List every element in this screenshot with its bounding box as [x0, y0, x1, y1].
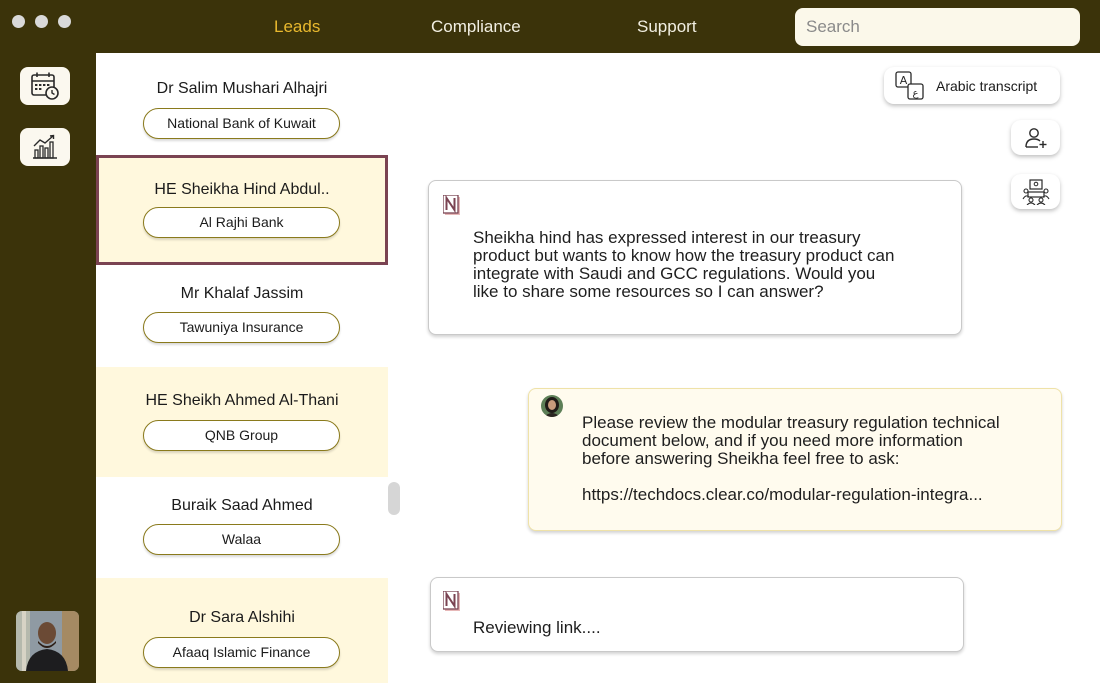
translate-icon: A ع: [895, 70, 924, 100]
profile-avatar[interactable]: [16, 611, 79, 671]
nav-leads[interactable]: Leads: [274, 17, 320, 37]
window-maximize-control[interactable]: [58, 15, 71, 28]
bar-chart-icon: [33, 134, 57, 159]
arabic-transcript-label: Arabic transcript: [936, 77, 1038, 94]
lead-name: Buraik Saad Ahmed: [171, 497, 313, 514]
profile-photo-icon: [16, 611, 79, 671]
lead-company-pill: QNB Group: [143, 420, 340, 451]
lead-card-selected[interactable]: HE Sheikha Hind Abdul.. Al Rajhi Bank: [96, 155, 388, 265]
message-text: Please review the modular treasury regul…: [582, 414, 1000, 468]
window-close-control[interactable]: [12, 15, 25, 28]
leads-scrollbar[interactable]: [388, 482, 400, 515]
add-user-icon: [1024, 127, 1046, 148]
lead-company-pill: Afaaq Islamic Finance: [143, 637, 340, 668]
message-line: Please review the modular treasury regul…: [582, 413, 1000, 432]
arabic-transcript-button[interactable]: A ع Arabic transcript: [884, 67, 1060, 104]
message-line: product but wants to know how the treasu…: [473, 246, 895, 265]
nav-compliance[interactable]: Compliance: [431, 17, 521, 37]
lead-card[interactable]: HE Sheikh Ahmed Al-Thani QNB Group: [96, 367, 388, 477]
message-text: Sheikha hind has expressed interest in o…: [473, 229, 894, 301]
leads-list: Dr Salim Mushari Alhajri National Bank o…: [96, 53, 388, 683]
search-input[interactable]: [795, 8, 1080, 46]
user-message: Please review the modular treasury regul…: [528, 388, 1062, 531]
schedule-meeting-button[interactable]: [1011, 174, 1060, 209]
window-minimize-control[interactable]: [35, 15, 48, 28]
add-contact-button[interactable]: [1011, 120, 1060, 155]
side-rail: [0, 53, 96, 683]
user-photo-icon: [541, 395, 563, 417]
analytics-button[interactable]: [20, 128, 70, 166]
message-line: Sheikha hind has expressed interest in o…: [473, 228, 861, 247]
lead-card[interactable]: Buraik Saad Ahmed Walaa: [96, 477, 388, 578]
lead-company-pill: Al Rajhi Bank: [143, 207, 340, 238]
meeting-icon: [1022, 178, 1049, 205]
assistant-message: Sheikha hind has expressed interest in o…: [428, 180, 962, 335]
lead-company-pill: Walaa: [143, 524, 340, 555]
top-bar: Leads Compliance Support: [0, 0, 1100, 53]
message-line: Reviewing link....: [473, 618, 601, 637]
message-line: document below, and if you need more inf…: [582, 431, 963, 450]
assistant-message: Reviewing link....: [430, 577, 964, 652]
svg-text:ع: ع: [913, 88, 919, 99]
message-line: integrate with Saudi and GCC regulations…: [473, 264, 876, 283]
lead-name: Mr Khalaf Jassim: [180, 285, 304, 302]
calendar-button[interactable]: [20, 67, 70, 105]
resource-link[interactable]: https://techdocs.clear.co/modular-regula…: [582, 486, 983, 504]
user-avatar: [541, 395, 563, 417]
n-logo-icon: [443, 195, 460, 215]
lead-card[interactable]: Dr Salim Mushari Alhajri National Bank o…: [96, 53, 388, 155]
lead-company-pill: Tawuniya Insurance: [143, 312, 340, 343]
svg-text:A: A: [900, 74, 908, 87]
calendar-clock-icon: [31, 72, 59, 100]
lead-name: Dr Sara Alshihi: [189, 609, 295, 626]
lead-company-pill: National Bank of Kuwait: [143, 108, 340, 139]
lead-name: Dr Salim Mushari Alhajri: [156, 80, 328, 97]
n-logo-icon: [443, 591, 460, 611]
lead-name: HE Sheikha Hind Abdul..: [154, 181, 330, 198]
lead-card[interactable]: Dr Sara Alshihi Afaaq Islamic Finance: [96, 578, 388, 683]
lead-card[interactable]: Mr Khalaf Jassim Tawuniya Insurance: [96, 265, 388, 367]
message-line: like to share some resources so I can an…: [473, 282, 824, 301]
nav-support[interactable]: Support: [637, 17, 697, 37]
message-text: Reviewing link....: [473, 619, 601, 637]
lead-name: HE Sheikh Ahmed Al-Thani: [145, 392, 339, 409]
message-line: before answering Sheikha feel free to as…: [582, 449, 900, 468]
